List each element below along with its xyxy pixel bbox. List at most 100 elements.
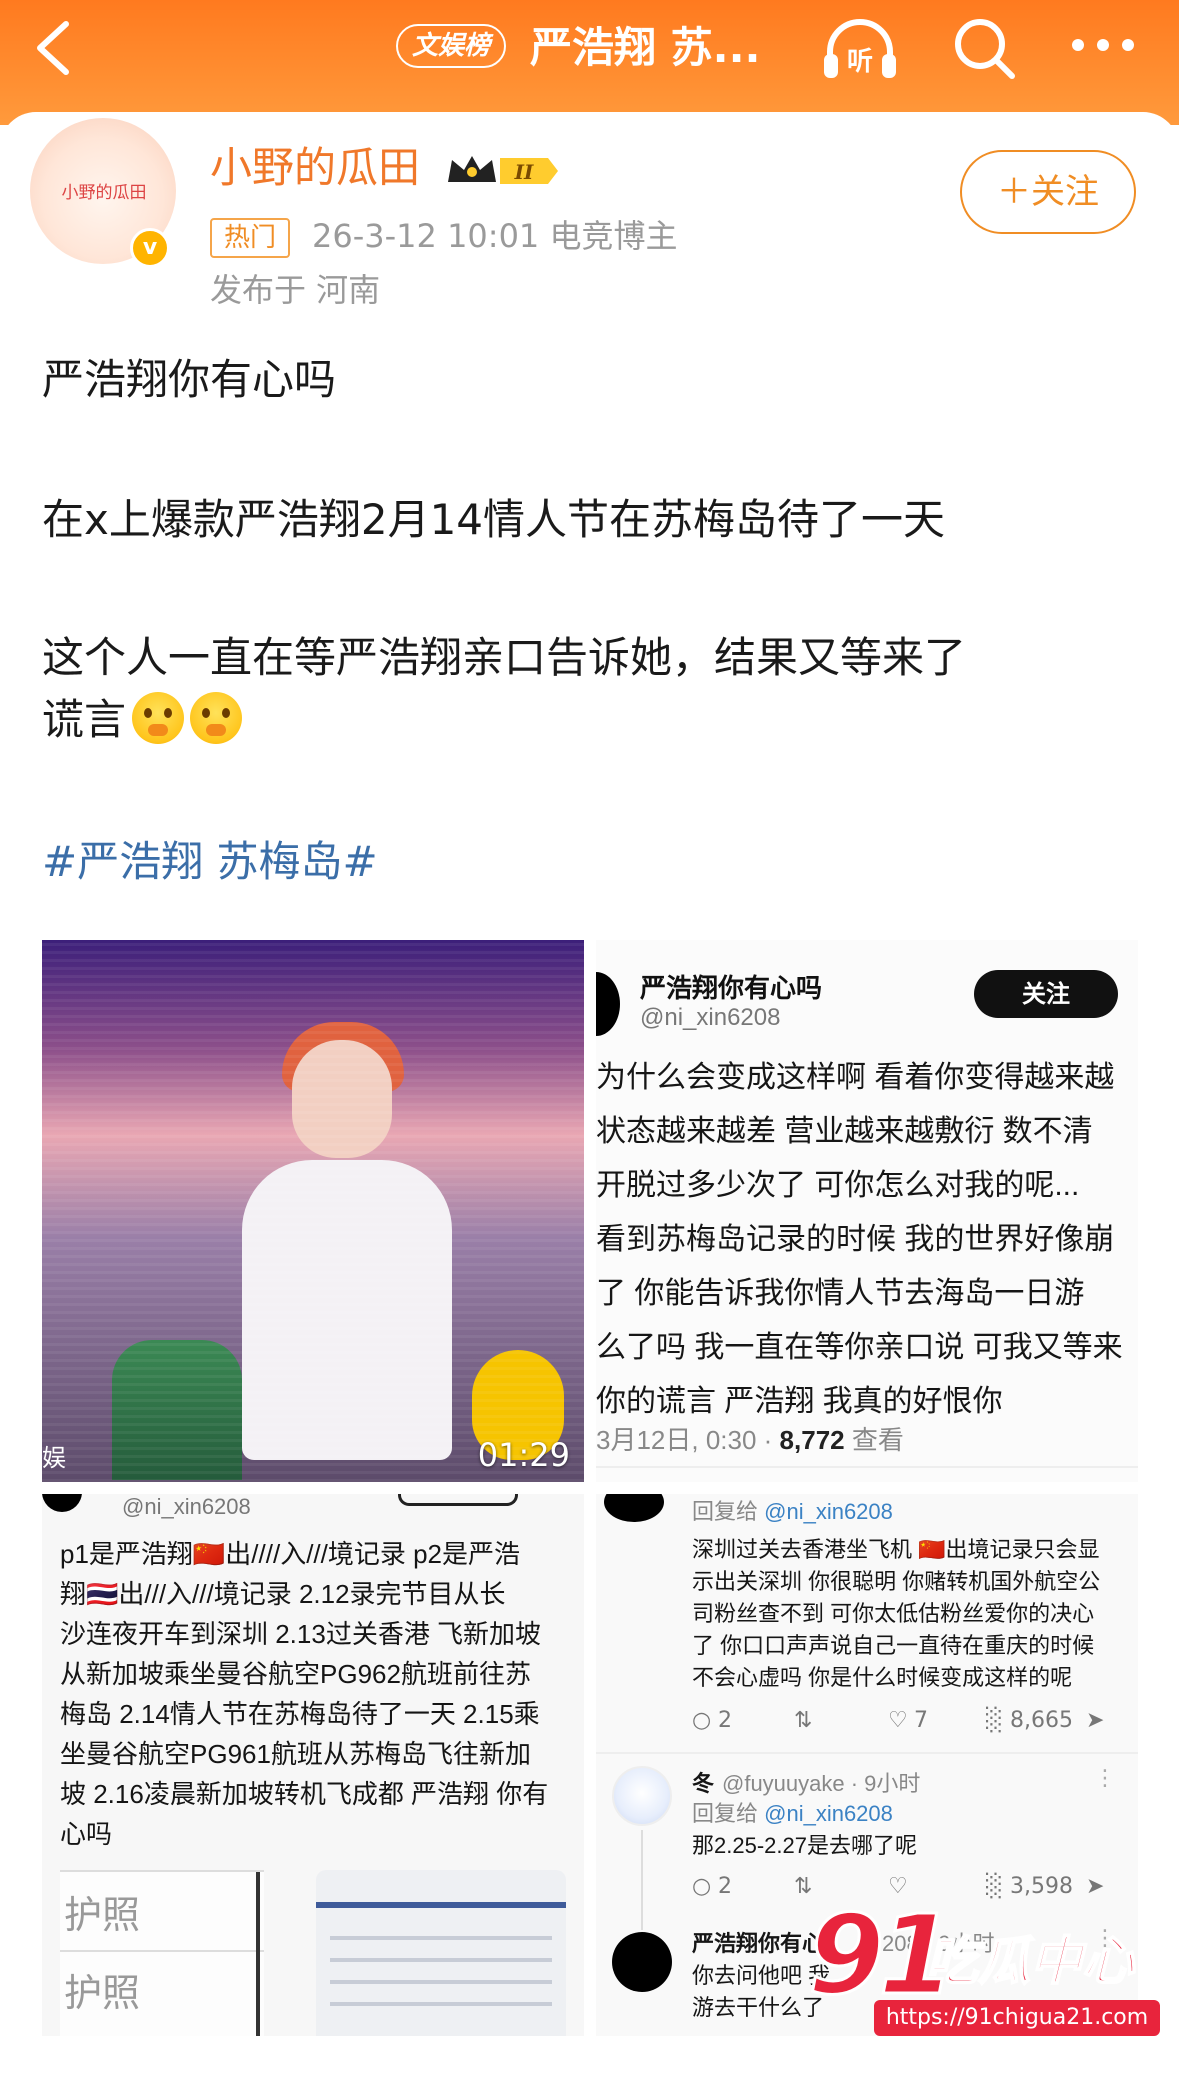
repost-icon: ⇅ bbox=[794, 1708, 813, 1733]
listen-label: 听 bbox=[847, 47, 873, 77]
reply-body-line: 深圳过关去香港坐飞机 🇨🇳出境记录只会显 bbox=[692, 1537, 1100, 1562]
divider bbox=[596, 1752, 1138, 1754]
reply-to-handle: @ni_xin6208 bbox=[764, 1801, 893, 1826]
comment-icon: ○ bbox=[692, 1874, 712, 1899]
reply-author-name: 严浩翔你有心 bbox=[692, 1931, 825, 1956]
hashtag-link[interactable]: #严浩翔 苏梅岛# bbox=[42, 832, 378, 892]
tweet-meta: 3月12日, 0:30 · 8,772 查看 bbox=[596, 1420, 904, 1457]
reply-count: 2 bbox=[718, 1874, 732, 1899]
post-text-line: 谎言 bbox=[42, 690, 243, 750]
ranking-tag-badge[interactable]: 文娱榜 bbox=[396, 24, 507, 68]
tweet-author-handle: @ni_xin6208 bbox=[640, 1004, 781, 1031]
crying-face-emoji bbox=[190, 692, 243, 744]
image-tweet-screenshot[interactable]: 严浩翔你有心吗 @ni_xin6208 关注 为什么会变成这样啊 看着你变得越来… bbox=[596, 940, 1138, 1482]
tweet-body-line: 梅岛 2.14情人节在苏梅岛待了一天 2.15乘 bbox=[60, 1699, 540, 1729]
video-thumbnail[interactable]: 娱 01:29 bbox=[42, 940, 584, 1482]
tweet-body-line: p1是严浩翔🇨🇳出////入///境记录 p2是严浩 bbox=[60, 1539, 521, 1569]
tweet-body-line: 么了吗 我一直在等你亲口说 可我又等来 bbox=[596, 1331, 1123, 1364]
chevron-left-icon[interactable] bbox=[30, 18, 80, 78]
reply-to-label: 回复给 bbox=[692, 1499, 765, 1524]
tweet-body-line: 状态越来越差 营业越来越敷衍 数不清 bbox=[596, 1115, 1093, 1148]
passport-label: 护照 bbox=[64, 1971, 141, 2015]
tweet-body-line: 坐曼谷航空PG961航班从苏梅岛飞往新加 bbox=[60, 1739, 531, 1769]
post-text-line-4: 谎言 bbox=[42, 695, 127, 744]
reply-author-name: 冬 bbox=[692, 1771, 715, 1796]
like-count: 7 bbox=[914, 1708, 928, 1733]
tweet-view-count: 8,772 bbox=[779, 1425, 845, 1455]
reply-action-bar: ○ 2 ⇅ ♡ 7 ░ 8,665 ➤ bbox=[692, 1708, 1112, 1738]
passport-label: 护照 bbox=[64, 1893, 141, 1937]
share-icon: ➤ bbox=[1086, 1874, 1105, 1899]
top-bar: 文娱榜 严浩翔 苏... 听 bbox=[0, 0, 1179, 125]
tweet-follow-button: 关注 bbox=[974, 970, 1118, 1018]
level-label: II bbox=[514, 160, 534, 184]
reply-body-line: 了 你口口声声说自己一直待在重庆的时候 bbox=[692, 1633, 1095, 1658]
kebab-menu-icon: ⋮ bbox=[1094, 1766, 1116, 1791]
post-text-line: 严浩翔你有心吗 bbox=[42, 355, 337, 404]
tweet-body-line: 开脱过多少次了 可你怎么对我的呢... bbox=[596, 1169, 1080, 1202]
reply-author-handle: @fuyuuyake · 9小时 bbox=[722, 1771, 921, 1796]
document-line bbox=[330, 1980, 552, 1984]
tweet-body-line: 翔🇹🇭出///入///境记录 2.12录完节目从长 bbox=[60, 1579, 506, 1609]
crying-face-emoji bbox=[132, 692, 185, 744]
verified-v-icon: v bbox=[130, 228, 170, 268]
post-time: 26-3-12 10:01 电竞博主 bbox=[312, 217, 678, 255]
document-header-bar bbox=[316, 1902, 566, 1908]
immigration-document bbox=[316, 1870, 566, 2036]
tweet-follow-button bbox=[398, 1494, 518, 1506]
heart-icon: ♡ bbox=[888, 1708, 908, 1733]
reply-body-line: 游去干什么了 bbox=[692, 1995, 825, 2020]
tweet-body-line: 心吗 bbox=[60, 1819, 113, 1849]
divider bbox=[596, 1466, 1138, 1468]
thread-connector bbox=[641, 1830, 643, 1930]
reply-body-line: 司粉丝查不到 可你太低估粉丝爱你的决心 bbox=[692, 1601, 1095, 1626]
topic-title: 严浩翔 苏... bbox=[530, 23, 761, 72]
headphones-icon[interactable]: 听 bbox=[820, 16, 900, 82]
hot-badge: 热门 bbox=[210, 218, 290, 258]
tweet-author-handle: @ni_xin6208 bbox=[122, 1494, 251, 1519]
watermark-url: https://91chigua21.com bbox=[874, 2000, 1160, 2036]
bar-chart-icon: ░ bbox=[986, 1708, 1003, 1733]
view-count: 3,598 bbox=[1010, 1874, 1073, 1899]
post-text-line: 这个人一直在等严浩翔亲口告诉她，结果又等来了 bbox=[42, 633, 967, 682]
comment-icon: ○ bbox=[692, 1708, 712, 1733]
passport-table: 护照 护照 bbox=[60, 1870, 264, 2036]
table-rule bbox=[60, 1950, 264, 1952]
tweet-body-line: 为什么会变成这样啊 看着你变得越来越 bbox=[596, 1061, 1115, 1094]
video-corner-text: 娱 bbox=[42, 1444, 66, 1472]
tweet-body-line: 了 你能告诉我你情人节去海岛一日游 bbox=[596, 1277, 1085, 1310]
document-line bbox=[330, 2002, 552, 2006]
reply-avatar bbox=[612, 1932, 672, 1992]
tweet-body-line: 沙连夜开车到深圳 2.13过关香港 飞新加坡 bbox=[60, 1619, 542, 1649]
reply-count: 2 bbox=[718, 1708, 732, 1733]
crown-level-icon: II bbox=[444, 150, 562, 192]
reply-avatar bbox=[612, 1766, 672, 1826]
watermark-title: 吃瓜中心 bbox=[925, 1931, 1135, 1993]
reply-to: 回复给 @ni_xin6208 bbox=[692, 1494, 893, 1526]
tweet-avatar bbox=[596, 972, 620, 1036]
search-icon[interactable] bbox=[950, 14, 1018, 82]
tweet-body-line: 坡 2.16凌晨新加坡转机飞成都 严浩翔 你有 bbox=[60, 1779, 549, 1809]
view-count: 8,665 bbox=[1010, 1708, 1073, 1733]
more-dots-icon[interactable] bbox=[1068, 30, 1138, 60]
document-line bbox=[330, 1936, 552, 1940]
video-duration: 01:29 bbox=[477, 1436, 570, 1474]
post-location: 发布于 河南 bbox=[210, 271, 381, 309]
author-name[interactable]: 小野的瓜田 bbox=[210, 142, 420, 194]
table-divider bbox=[256, 1872, 260, 2036]
tweet-author-name: 严浩翔你有心吗 bbox=[640, 973, 823, 1003]
tweet-body-line: 你的谎言 严浩翔 我真的好恨你 bbox=[596, 1385, 1003, 1418]
follow-button[interactable]: ＋关注 bbox=[960, 150, 1136, 234]
image-travel-record-screenshot[interactable]: @ni_xin6208 p1是严浩翔🇨🇳出////入///境记录 p2是严浩 翔… bbox=[42, 1494, 584, 2036]
site-watermark: 91 吃瓜中心 https://91chigua21.com bbox=[806, 1899, 1164, 2050]
tweet-date: 3月12日, 0:30 · bbox=[596, 1425, 780, 1455]
reply-body-line: 示出关深圳 你很聪明 你赌转机国外航空公 bbox=[692, 1569, 1101, 1594]
post-text-line: 在x上爆款严浩翔2月14情人节在苏梅岛待了一天 bbox=[42, 495, 946, 544]
reply-body-line: 不会心虚吗 你是什么时候变成这样的呢 bbox=[692, 1665, 1073, 1690]
tweet-body-line: 看到苏梅岛记录的时候 我的世界好像崩 bbox=[596, 1223, 1115, 1256]
bar-chart-icon: ░ bbox=[986, 1874, 1003, 1899]
reply-to: 回复给 @ni_xin6208 bbox=[692, 1796, 893, 1828]
document-line bbox=[330, 1958, 552, 1962]
reply-body-line: 那2.25-2.27是去哪了呢 bbox=[692, 1833, 917, 1858]
share-icon: ➤ bbox=[1086, 1708, 1105, 1733]
